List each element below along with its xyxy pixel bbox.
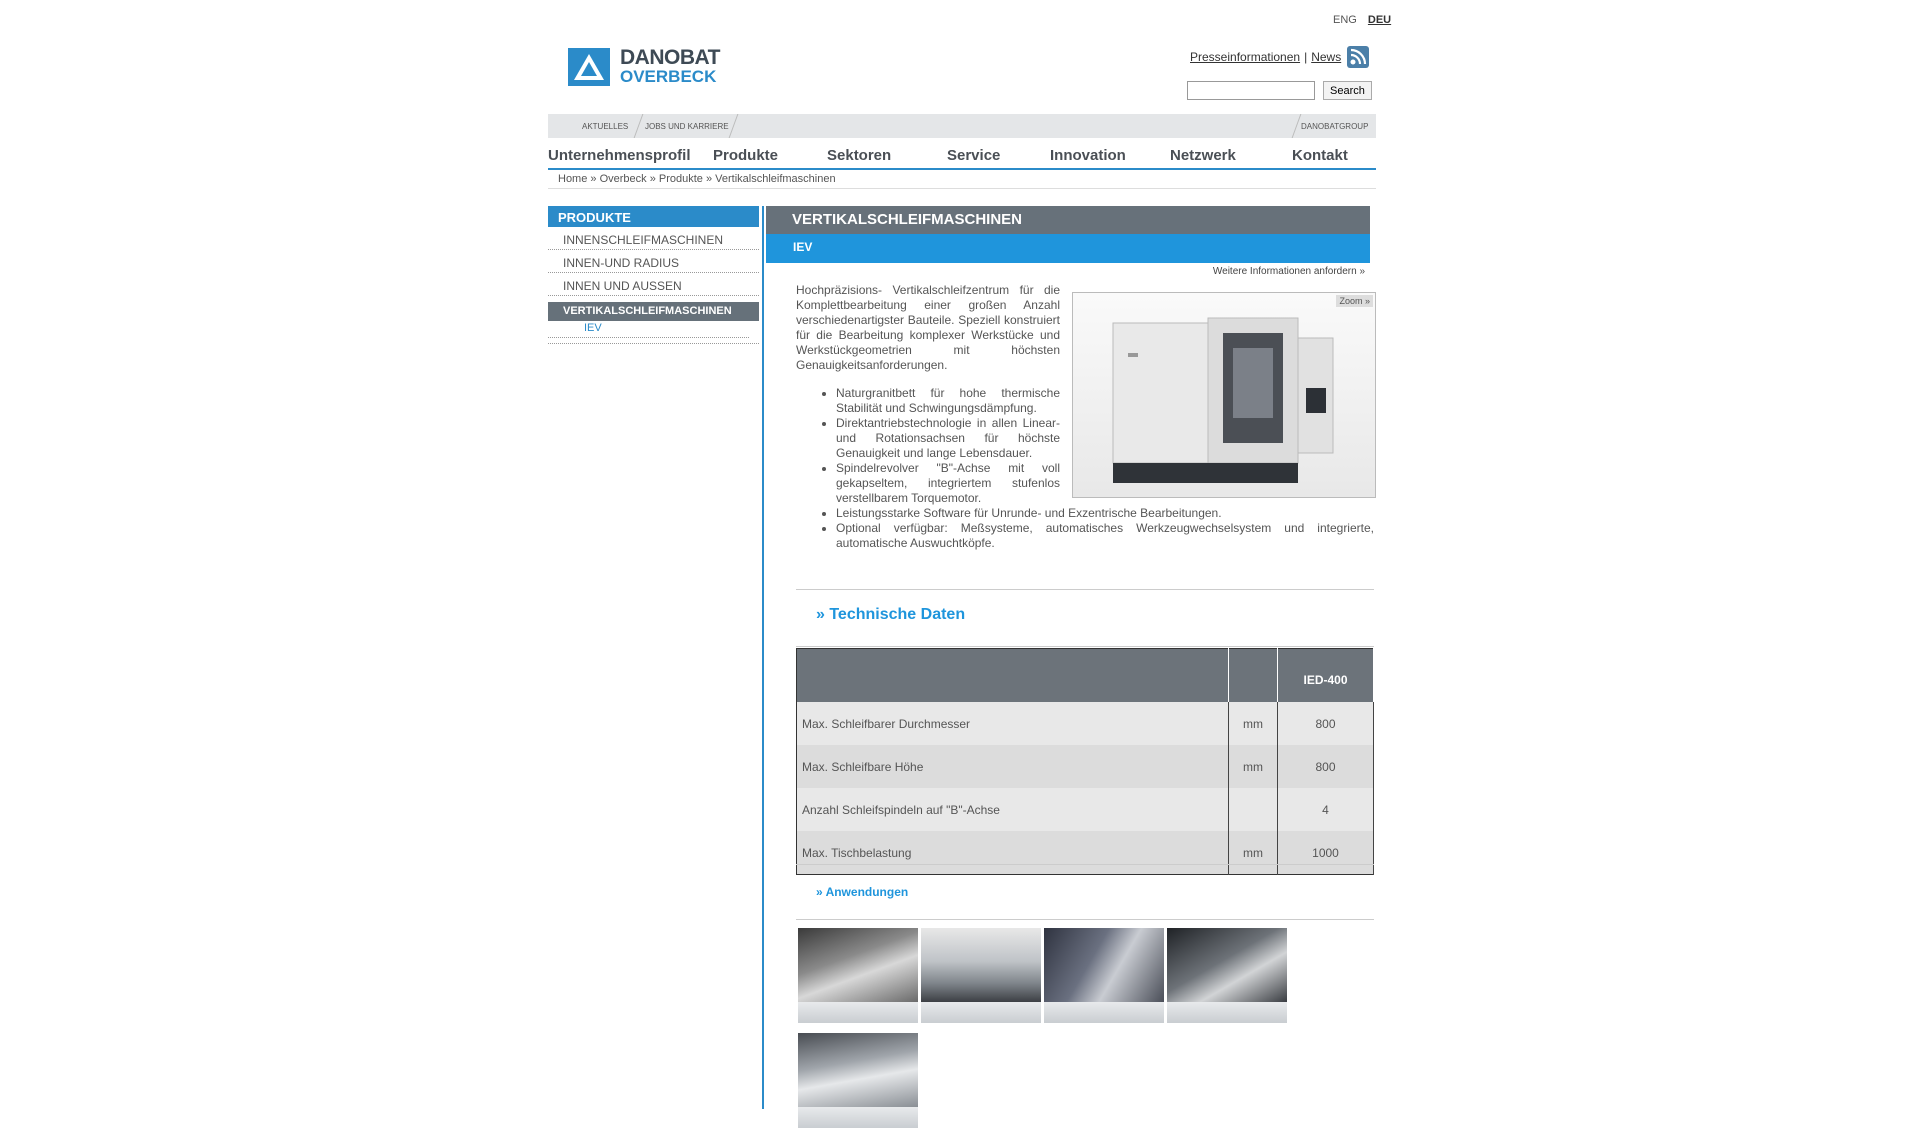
feature-item: Leistungsstarke Software für Unrunde- un… [836,506,1374,521]
logo-line1: DANOBAT [620,46,720,69]
lang-deu-link[interactable]: DEU [1368,14,1391,26]
divider [796,589,1374,590]
feature-item: Direktantriebstechnologie in allen Linea… [836,416,1060,461]
main-content: VERTIKALSCHLEIFMASCHINEN IEV Weitere Inf… [766,206,1376,1128]
table-row: Max. Tischbelastung mm 1000 [796,831,1374,875]
link-separator: | [1304,50,1308,64]
table-header-unit [1228,648,1278,702]
company-logo[interactable]: DANOBAT OVERBECK [568,46,720,86]
divider [796,864,1374,865]
top-links: Presseinformationen | News [1190,46,1370,68]
table-header-label [796,648,1229,702]
rss-icon[interactable] [1347,46,1370,68]
logo-mark-icon [568,48,610,86]
nav-sektoren[interactable]: Sektoren [827,147,891,164]
page-subtitle: IEV [766,234,1370,263]
table-row: Anzahl Schleifspindeln auf "B"-Achse 4 [796,788,1374,831]
gallery-thumbnail[interactable] [1167,928,1287,1023]
table-cell-label: Max. Schleifbare Höhe [796,745,1229,788]
news-link[interactable]: News [1311,50,1341,64]
nav-innovation[interactable]: Innovation [1050,147,1126,164]
gallery-thumbnail[interactable] [1044,928,1164,1023]
search-input[interactable] [1187,81,1315,100]
sidebar: PRODUKTE INNENSCHLEIFMASCHINEN INNEN-UND… [548,206,759,344]
subnav-danobatgroup[interactable]: DANOBATGROUP [1301,122,1368,131]
search-form: Search [1187,81,1372,100]
table-cell-value: 1000 [1277,831,1374,875]
main-navigation: Unternehmensprofil Produkte Sektoren Ser… [548,142,1376,170]
subnav-divider [633,114,644,138]
technical-data-heading[interactable]: » Technische Daten [816,606,965,624]
zoom-link[interactable]: Zoom » [1336,295,1373,307]
table-cell-label: Anzahl Schleifspindeln auf "B"-Achse [796,788,1229,831]
table-cell-value: 800 [1277,745,1374,788]
search-button[interactable]: Search [1323,81,1372,100]
technical-data-table: IED-400 Max. Schleifbarer Durchmesser mm… [796,648,1374,875]
sub-navigation: AKTUELLES JOBS UND KARRIERE DANOBATGROUP [548,114,1376,138]
subnav-jobs[interactable]: JOBS UND KARRIERE [645,122,729,131]
table-cell-unit: mm [1228,702,1278,745]
table-row: Max. Schleifbarer Durchmesser mm 800 [796,702,1374,745]
feature-list: Naturgranitbett für hohe thermische Stab… [796,386,1374,551]
table-cell-unit: mm [1228,745,1278,788]
nav-kontakt[interactable]: Kontakt [1292,147,1348,164]
table-cell-label: Max. Tischbelastung [796,831,1229,875]
sidebar-item-vertikalschleifmaschinen[interactable]: VERTIKALSCHLEIFMASCHINEN [548,302,759,321]
sidebar-subitem-iev[interactable]: IEV [548,321,749,338]
table-row: Max. Schleifbare Höhe mm 800 [796,745,1374,788]
table-cell-value: 800 [1277,702,1374,745]
press-link[interactable]: Presseinformationen [1190,50,1300,64]
sidebar-title[interactable]: PRODUKTE [548,206,759,227]
product-intro: Hochpräzisions- Vertikalschleifzentrum f… [796,283,1060,372]
gallery-thumbnail[interactable] [798,928,918,1023]
nav-netzwerk[interactable]: Netzwerk [1170,147,1236,164]
nav-service[interactable]: Service [947,147,1000,164]
feature-item: Naturgranitbett für hohe thermische Stab… [836,386,1060,416]
table-cell-unit [1228,788,1278,831]
nav-unternehmensprofil[interactable]: Unternehmensprofil [548,147,691,164]
table-header-model: IED-400 [1277,648,1374,702]
sidebar-item-innen-und-aussen[interactable]: INNEN UND AUSSEN [548,273,759,296]
gallery-thumbnail[interactable] [798,1033,918,1128]
request-info-link[interactable]: Weitere Informationen anfordern » [766,266,1370,277]
page-title: VERTIKALSCHLEIFMASCHINEN [766,206,1370,234]
table-cell-unit: mm [1228,831,1278,875]
divider [796,646,1374,647]
feature-item: Spindelrevolver "B"-Achse mit voll gekap… [836,461,1060,506]
divider [796,919,1374,920]
logo-line2: OVERBECK [620,67,717,86]
content-divider [762,206,764,1109]
table-cell-label: Max. Schleifbarer Durchmesser [796,702,1229,745]
table-cell-value: 4 [1277,788,1374,831]
divider [548,188,1376,189]
lang-eng-link[interactable]: ENG [1333,14,1357,26]
subnav-divider [728,114,739,138]
subnav-aktuelles[interactable]: AKTUELLES [582,122,628,131]
language-switcher: ENG DEU [1325,14,1391,26]
breadcrumb[interactable]: Home » Overbeck » Produkte » Vertikalsch… [558,173,836,185]
divider [548,338,759,344]
subnav-divider [1291,114,1302,138]
applications-heading[interactable]: » Anwendungen [816,885,908,899]
nav-produkte[interactable]: Produkte [713,147,778,164]
sidebar-item-innen-und-radius[interactable]: INNEN-UND RADIUS [548,250,759,273]
page: ENG DEU DANOBAT OVERBECK Presseinformati… [0,0,1920,1128]
sidebar-item-innenschleifmaschinen[interactable]: INNENSCHLEIFMASCHINEN [548,227,759,250]
gallery-thumbnail[interactable] [921,928,1041,1023]
feature-item: Optional verfügbar: Meßsysteme, automati… [836,521,1374,551]
